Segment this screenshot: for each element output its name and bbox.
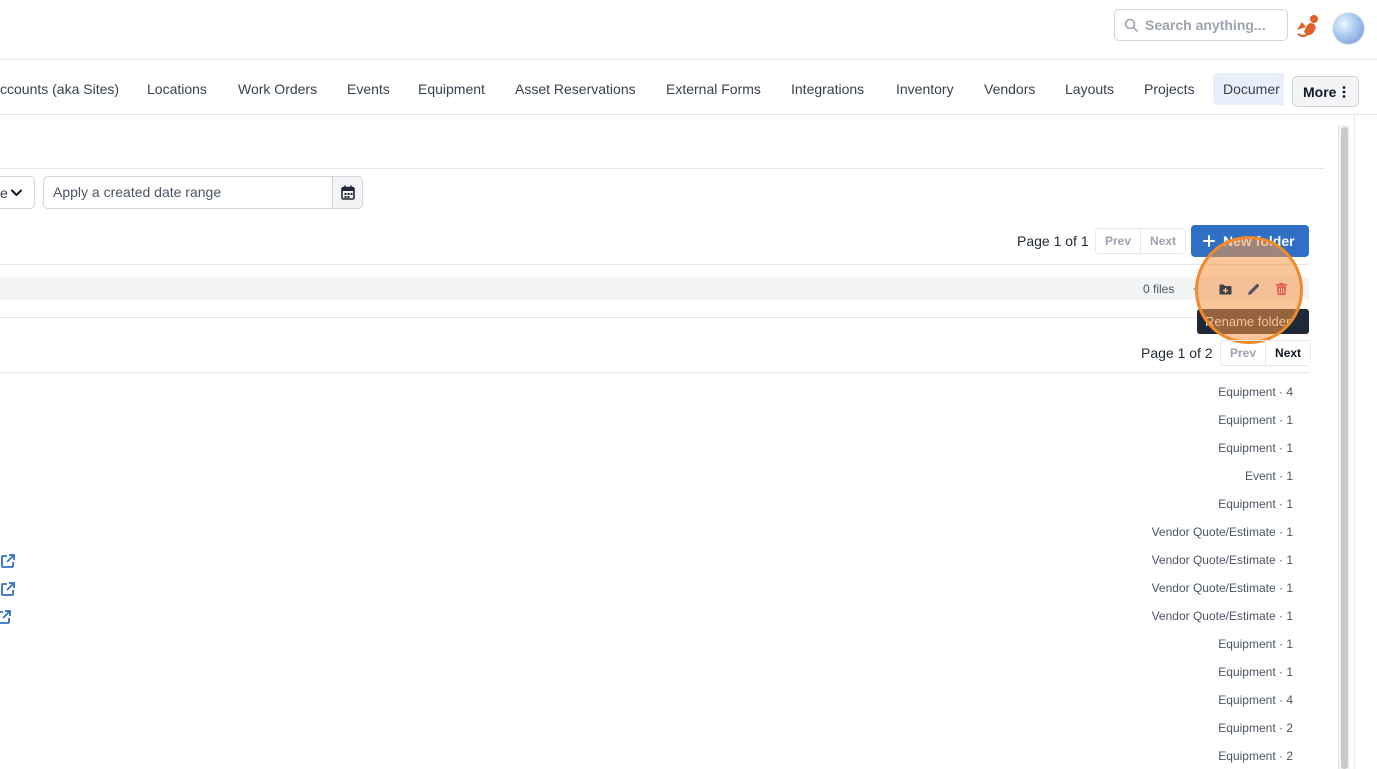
tab-asset-reservations[interactable]: Asset Reservations <box>505 73 646 105</box>
fox-logo-icon[interactable] <box>1294 12 1322 40</box>
file-type-label: Equipment · 2 <box>1218 721 1293 735</box>
file-type-label: Event · 1 <box>1244 469 1293 483</box>
files-next-button[interactable]: Next <box>1265 341 1311 365</box>
file-type-label: Equipment · 4 <box>1218 693 1293 707</box>
calendar-icon <box>340 185 355 200</box>
section-divider <box>0 264 1309 265</box>
tab-equipment[interactable]: Equipment <box>408 73 495 105</box>
rename-folder-tooltip: Rename folder <box>1197 309 1309 334</box>
tab-layouts[interactable]: Layouts <box>1055 73 1124 105</box>
folder-separator: - <box>1193 281 1197 295</box>
file-type-label: Vendor Quote/Estimate · 1 <box>1151 609 1293 623</box>
section-divider <box>0 168 1324 169</box>
filter-select-value: e <box>0 185 8 201</box>
folder-plus-icon <box>1219 284 1231 294</box>
pencil-icon <box>1247 283 1259 295</box>
tab-work-orders[interactable]: Work Orders <box>228 73 327 105</box>
chevron-down-icon <box>11 189 22 196</box>
file-type-label: Vendor Quote/Estimate · 1 <box>1151 525 1293 539</box>
file-type-label: Equipment · 1 <box>1218 665 1293 679</box>
folders-prev-button[interactable]: Prev <box>1096 229 1140 253</box>
delete-folder-button[interactable] <box>1272 281 1290 297</box>
files-prev-button[interactable]: Prev <box>1221 341 1265 365</box>
tab-inventory[interactable]: Inventory <box>886 73 964 105</box>
section-divider <box>0 317 1309 318</box>
tab-projects[interactable]: Projects <box>1134 73 1205 105</box>
search-icon <box>1124 18 1138 32</box>
trash-icon <box>1275 283 1287 295</box>
folders-page-label: Page 1 of 1 <box>1017 233 1089 249</box>
global-search[interactable]: Search anything... <box>1114 9 1288 41</box>
filter-select[interactable]: e <box>0 176 35 209</box>
plus-icon <box>1203 235 1215 247</box>
file-type-label: Equipment · 1 <box>1218 413 1293 427</box>
external-link-icon[interactable] <box>0 553 16 569</box>
tab-locations[interactable]: Locations <box>137 73 217 105</box>
panel-edge <box>1354 115 1355 769</box>
file-type-label: Equipment · 1 <box>1218 441 1293 455</box>
external-link-icon[interactable] <box>0 581 16 597</box>
file-type-label: Vendor Quote/Estimate · 1 <box>1151 581 1293 595</box>
main-nav: ccounts (aka Sites) Locations Work Order… <box>0 60 1377 115</box>
top-bar: Search anything... <box>0 0 1377 60</box>
more-menu-button[interactable]: More <box>1292 76 1359 107</box>
tab-external-forms[interactable]: External Forms <box>656 73 771 105</box>
file-type-label: Equipment · 2 <box>1218 749 1293 763</box>
scrollbar-thumb[interactable] <box>1341 127 1348 769</box>
tab-accounts[interactable]: ccounts (aka Sites) <box>0 73 129 105</box>
file-type-label: Equipment · 4 <box>1218 385 1293 399</box>
folder-row[interactable] <box>0 277 1309 300</box>
vertical-dots-icon <box>1343 85 1346 98</box>
files-page-label: Page 1 of 2 <box>1141 345 1213 361</box>
section-divider <box>0 372 1309 373</box>
file-type-label: Equipment · 1 <box>1218 637 1293 651</box>
more-label: More <box>1303 83 1337 100</box>
new-folder-button[interactable]: New folder <box>1191 225 1309 257</box>
rename-folder-button[interactable] <box>1244 281 1262 297</box>
tab-documents[interactable]: Documer <box>1213 73 1284 105</box>
search-placeholder: Search anything... <box>1145 17 1266 33</box>
file-type-label: Vendor Quote/Estimate · 1 <box>1151 553 1293 567</box>
external-link-icon[interactable] <box>0 609 12 625</box>
add-subfolder-button[interactable] <box>1216 281 1234 297</box>
folder-files-count: 0 files <box>1143 282 1175 296</box>
vertical-scrollbar[interactable] <box>1338 125 1350 769</box>
folders-pagination: Prev Next <box>1095 228 1187 254</box>
date-range-input[interactable]: Apply a created date range <box>43 176 333 209</box>
user-avatar[interactable] <box>1333 13 1364 44</box>
folders-next-button[interactable]: Next <box>1140 229 1186 253</box>
tab-integrations[interactable]: Integrations <box>781 73 874 105</box>
tab-events[interactable]: Events <box>337 73 400 105</box>
file-type-label: Equipment · 1 <box>1218 497 1293 511</box>
calendar-button[interactable] <box>332 176 363 209</box>
new-folder-label: New folder <box>1223 233 1295 249</box>
tab-vendors[interactable]: Vendors <box>974 73 1045 105</box>
files-pagination: Prev Next <box>1220 340 1312 366</box>
